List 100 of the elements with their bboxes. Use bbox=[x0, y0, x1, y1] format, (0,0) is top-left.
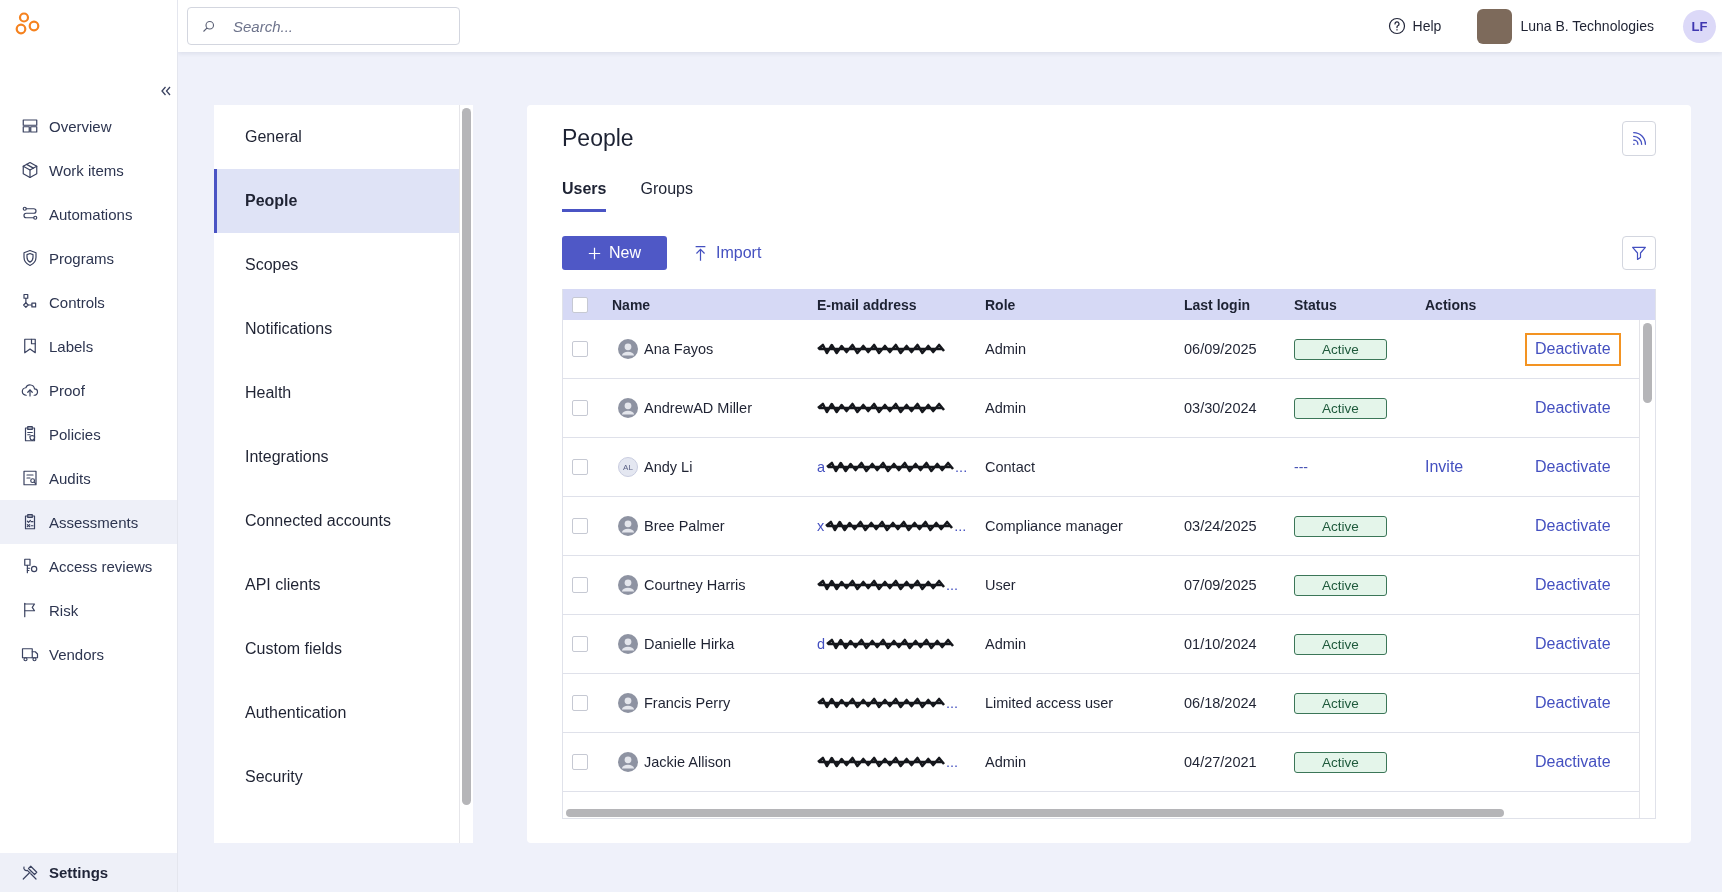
user-avatar[interactable]: LF bbox=[1683, 9, 1716, 43]
bookmark-icon bbox=[21, 337, 39, 355]
nav-item[interactable]: Policies bbox=[0, 412, 177, 456]
user-name: Francis Perry bbox=[644, 695, 731, 711]
menu-item[interactable]: API clients bbox=[214, 553, 459, 617]
feed-button[interactable] bbox=[1622, 121, 1656, 156]
nav-item[interactable]: Work items bbox=[0, 148, 177, 192]
column-header: Status bbox=[1294, 296, 1337, 313]
menu-item[interactable]: Notifications bbox=[214, 297, 459, 361]
help-icon bbox=[1387, 17, 1406, 35]
cube-icon bbox=[21, 161, 39, 179]
status-text: --- bbox=[1294, 459, 1308, 475]
status-badge: Active bbox=[1294, 574, 1387, 596]
role-text: Admin bbox=[985, 754, 1027, 770]
menu-item[interactable]: Authentication bbox=[214, 681, 459, 745]
new-button[interactable]: New bbox=[562, 236, 667, 270]
search-icon bbox=[201, 19, 216, 34]
double-chevron-left-icon[interactable] bbox=[160, 85, 172, 97]
invite-link[interactable]: Invite bbox=[1425, 458, 1464, 476]
menu-item[interactable]: Health bbox=[214, 361, 459, 425]
checkbox[interactable] bbox=[572, 459, 588, 475]
nav-item[interactable]: Settings bbox=[0, 853, 177, 892]
column-header: E-mail address bbox=[817, 296, 917, 313]
last-login-date: 07/09/2025 bbox=[1184, 577, 1257, 593]
last-login-date: 03/24/2025 bbox=[1184, 518, 1257, 534]
role-text: Admin bbox=[985, 636, 1027, 652]
nav-item[interactable]: Automations bbox=[0, 192, 177, 236]
user-name: AndrewAD Miller bbox=[644, 400, 752, 416]
deactivate-link[interactable]: Deactivate bbox=[1525, 745, 1621, 779]
shield-icon bbox=[21, 249, 39, 267]
tab[interactable]: Groups bbox=[640, 170, 693, 212]
last-login-date: 03/30/2024 bbox=[1184, 400, 1257, 416]
ellipsis-text: ... bbox=[954, 518, 967, 534]
role-text: Compliance manager bbox=[985, 518, 1123, 534]
ellipsis-text: ... bbox=[946, 577, 959, 593]
nav-item[interactable]: Proof bbox=[0, 368, 177, 412]
deactivate-link[interactable]: Deactivate bbox=[1525, 686, 1621, 720]
deactivate-link[interactable]: Deactivate bbox=[1525, 509, 1621, 543]
user-name: Ana Fayos bbox=[644, 341, 714, 357]
avatar-icon bbox=[618, 398, 638, 418]
filter-button[interactable] bbox=[1622, 236, 1656, 270]
deactivate-link[interactable]: Deactivate bbox=[1525, 391, 1621, 425]
rss-icon bbox=[1630, 129, 1648, 148]
hierarchy-icon bbox=[21, 293, 39, 311]
scrollbar-thumb[interactable] bbox=[462, 108, 471, 805]
checkbox[interactable] bbox=[572, 296, 588, 313]
deactivate-link[interactable]: Deactivate bbox=[1525, 568, 1621, 602]
user-name: Jackie Allison bbox=[644, 754, 732, 770]
deactivate-link[interactable]: Deactivate bbox=[1525, 450, 1621, 484]
scrollbar-thumb[interactable] bbox=[566, 809, 1504, 817]
help-link[interactable]: Help bbox=[1387, 17, 1442, 35]
nav-item[interactable]: Labels bbox=[0, 324, 177, 368]
checkbox[interactable] bbox=[572, 518, 588, 534]
menu-item[interactable]: People bbox=[214, 169, 459, 233]
nav-item[interactable]: Audits bbox=[0, 456, 177, 500]
tab[interactable]: Users bbox=[562, 170, 607, 212]
status-badge: Active bbox=[1294, 633, 1387, 655]
checkbox[interactable] bbox=[572, 400, 588, 416]
deactivate-link[interactable]: Deactivate bbox=[1525, 332, 1621, 366]
search-field[interactable]: Search... bbox=[187, 7, 460, 45]
checkbox[interactable] bbox=[572, 577, 588, 593]
cloud-upload-icon bbox=[21, 381, 39, 399]
nav-item[interactable]: Vendors bbox=[0, 632, 177, 676]
organization-name[interactable]: Luna B. Technologies bbox=[1520, 18, 1654, 34]
initials-avatar: AL bbox=[618, 457, 638, 477]
menu-item[interactable]: Custom fields bbox=[214, 617, 459, 681]
avatar-icon bbox=[618, 752, 638, 772]
column-header: Actions bbox=[1425, 296, 1477, 313]
truck-icon bbox=[21, 645, 39, 663]
import-button[interactable]: Import bbox=[694, 244, 762, 262]
menu-item[interactable]: Integrations bbox=[214, 425, 459, 489]
email-text: d bbox=[817, 636, 826, 652]
menu-item[interactable]: Security bbox=[214, 745, 459, 809]
menu-item[interactable]: General bbox=[214, 105, 459, 169]
email-text: a bbox=[817, 459, 826, 475]
menu-item[interactable]: Scopes bbox=[214, 233, 459, 297]
photo-placeholder bbox=[1477, 8, 1513, 44]
checkbox[interactable] bbox=[572, 341, 588, 357]
ellipsis-text: ... bbox=[946, 695, 959, 711]
deactivate-link[interactable]: Deactivate bbox=[1525, 627, 1621, 661]
tools-icon bbox=[21, 863, 39, 882]
flow-icon bbox=[21, 205, 39, 223]
checkbox[interactable] bbox=[572, 754, 588, 770]
nav-item[interactable]: Controls bbox=[0, 280, 177, 324]
scrollbar-thumb[interactable] bbox=[1643, 323, 1652, 403]
checkbox[interactable] bbox=[572, 695, 588, 711]
layout-icon bbox=[21, 117, 39, 135]
nav-item[interactable]: Programs bbox=[0, 236, 177, 280]
nav-item[interactable]: Overview bbox=[0, 104, 177, 148]
plus-icon bbox=[588, 246, 601, 260]
nav-item[interactable]: Assessments bbox=[0, 500, 177, 544]
nav-item[interactable]: Risk bbox=[0, 588, 177, 632]
status-badge: Active bbox=[1294, 397, 1387, 419]
nav-item[interactable]: Access reviews bbox=[0, 544, 177, 588]
status-badge: Active bbox=[1294, 751, 1387, 773]
menu-item[interactable]: Connected accounts bbox=[214, 489, 459, 553]
checkbox[interactable] bbox=[572, 636, 588, 652]
column-header: Role bbox=[985, 296, 1016, 313]
role-text: Contact bbox=[985, 459, 1035, 475]
ellipsis-text: ... bbox=[946, 754, 959, 770]
